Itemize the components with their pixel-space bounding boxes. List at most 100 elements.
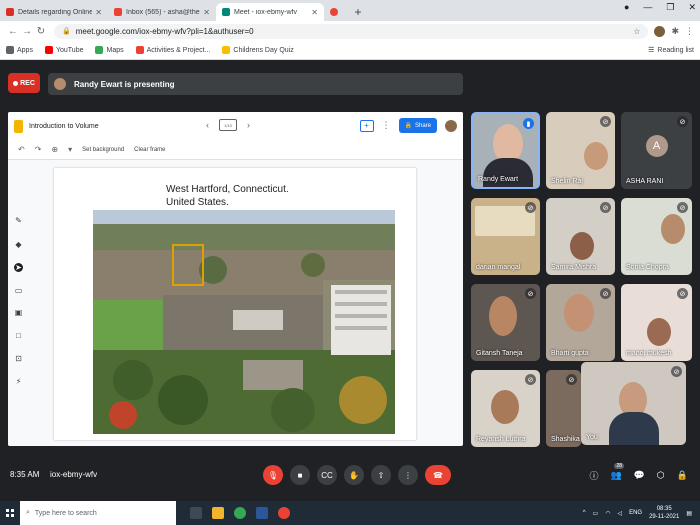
system-clock[interactable]: 08:35 29-11-2021 xyxy=(649,505,679,521)
chrome-icon[interactable] xyxy=(234,507,246,519)
participant-tile[interactable]: ▮ Randy Ewart xyxy=(471,112,540,189)
previous-slide-icon[interactable]: ‹ xyxy=(206,120,209,130)
restore-icon[interactable]: ❐ xyxy=(666,2,674,13)
new-tab-button[interactable]: + xyxy=(350,3,366,21)
participant-tile[interactable]: ⊘ darian mangal xyxy=(471,198,540,275)
participant-tile[interactable]: ⊘ Shashika xyxy=(546,370,581,447)
participant-tile[interactable]: A ⊘ ASHA RANI xyxy=(621,112,692,189)
participant-tile[interactable]: ⊘ manoj mukesh xyxy=(621,284,692,361)
bookmark-apps[interactable]: Apps xyxy=(6,46,33,54)
participant-tile[interactable]: ⊘ Sonia Chopra xyxy=(621,198,692,275)
extensions-icon[interactable]: ✱ xyxy=(671,26,679,37)
share-button[interactable]: 🔒 Share xyxy=(398,118,437,133)
laser-icon[interactable]: ⚡ xyxy=(14,377,23,386)
network-icon[interactable]: ◠ xyxy=(605,510,610,517)
browser-tab-inbox[interactable]: Inbox (565) - asha@theindiansch ✕ xyxy=(108,3,216,21)
forward-icon[interactable]: → xyxy=(20,26,34,37)
info-icon[interactable]: ⓘ xyxy=(589,469,598,482)
self-view-tile[interactable]: ⊘ You xyxy=(581,362,686,445)
participant-video xyxy=(584,142,608,170)
reload-icon[interactable]: ↻ xyxy=(34,26,48,37)
more-options-icon[interactable]: ⋮ xyxy=(382,120,391,131)
bookmark-label: Apps xyxy=(17,46,33,54)
tray-up-icon[interactable]: ^ xyxy=(583,510,586,516)
more-options-button[interactable]: ⋮ xyxy=(398,465,418,485)
profile-icon[interactable]: ● xyxy=(624,2,629,13)
extensions-area: ✱ ⋮ xyxy=(654,25,694,37)
aerial-town-photo xyxy=(93,210,395,434)
participant-tile[interactable]: ⊘ Shelin Raj xyxy=(546,112,615,189)
participant-tile[interactable]: ⊘ Samira Mishra xyxy=(546,198,615,275)
people-button[interactable]: 28 👥 xyxy=(610,463,625,481)
search-placeholder: Type here to search xyxy=(34,509,97,517)
slide-thumbnail-button[interactable]: 1/10 xyxy=(219,119,237,131)
mic-off-icon: ⊘ xyxy=(525,288,536,299)
minimize-icon[interactable]: — xyxy=(643,2,652,13)
browser-tab-recording[interactable] xyxy=(324,3,350,21)
word-icon[interactable] xyxy=(256,507,268,519)
set-background-button[interactable]: Set background xyxy=(82,147,124,153)
eraser-icon[interactable]: ◆ xyxy=(14,240,23,249)
captions-button[interactable]: CC xyxy=(317,465,337,485)
zoom-icon[interactable]: ⊕ xyxy=(51,145,58,154)
close-icon[interactable]: ✕ xyxy=(311,8,318,17)
user-avatar[interactable] xyxy=(445,119,457,132)
lock-icon: 🔒 xyxy=(62,28,71,35)
share-label: Share xyxy=(414,122,431,129)
file-explorer-icon[interactable] xyxy=(212,507,224,519)
browser-tab-meet[interactable]: Meet - iox-ebmy-wfv ✕ xyxy=(216,3,324,21)
select-pointer-icon[interactable]: ➤ xyxy=(14,263,23,272)
add-slide-icon[interactable]: + xyxy=(359,119,374,132)
language-indicator[interactable]: ENG xyxy=(629,510,642,516)
participant-name: darian mangal xyxy=(476,264,521,271)
task-view-icon[interactable] xyxy=(190,507,202,519)
side-panel-controls: ⓘ 28 👥 💬 ⬡ 🔒 xyxy=(589,463,688,482)
undo-icon[interactable]: ↶ xyxy=(18,145,25,154)
camera-toggle-button[interactable]: ■ xyxy=(290,465,310,485)
close-icon[interactable]: ✕ xyxy=(95,8,102,17)
bookmark-maps[interactable]: Maps xyxy=(95,46,124,54)
url-field[interactable]: 🔒 meet.google.com/iox-ebmy-wfv?pli=1&aut… xyxy=(54,23,649,39)
mic-toggle-button[interactable]: 🎙 xyxy=(263,465,283,485)
reading-list-button[interactable]: ☰ Reading list xyxy=(648,46,694,55)
frame-icon[interactable]: ⊡ xyxy=(14,354,23,363)
host-controls-icon[interactable]: 🔒 xyxy=(677,470,688,481)
bookmark-star-icon[interactable]: ☆ xyxy=(633,27,640,36)
windows-start-button[interactable] xyxy=(0,501,20,525)
profile-avatar[interactable] xyxy=(654,25,666,37)
present-button[interactable]: ⇧ xyxy=(371,465,391,485)
volume-icon[interactable]: ◁ xyxy=(617,510,622,517)
browser-tab-details[interactable]: Details regarding Online Sessio ✕ xyxy=(0,3,108,21)
aerial-photo-graphic xyxy=(93,210,395,434)
shape-icon[interactable]: □ xyxy=(14,331,23,340)
back-icon[interactable]: ← xyxy=(6,26,20,37)
raise-hand-button[interactable]: ✋ xyxy=(344,465,364,485)
participant-tile[interactable]: ⊘ Bharti gupta xyxy=(546,284,615,361)
image-icon[interactable]: ▣ xyxy=(14,308,23,317)
participant-tile[interactable]: ⊘ Reyansh Luthra xyxy=(471,370,540,447)
redo-icon[interactable]: ↷ xyxy=(35,145,42,154)
bookmark-youtube[interactable]: YouTube xyxy=(44,46,83,54)
clock-date: 29-11-2021 xyxy=(649,514,680,520)
chat-icon[interactable]: 💬 xyxy=(634,470,645,481)
participant-tile[interactable]: ⊘ Gitansh Taneja xyxy=(471,284,540,361)
chrome-active-icon[interactable] xyxy=(278,507,290,519)
lock-icon: 🔒 xyxy=(404,123,412,129)
bookmark-activities[interactable]: Activities & Project... xyxy=(135,46,210,54)
sticky-note-icon[interactable]: ▭ xyxy=(14,286,23,295)
pen-icon[interactable]: ✎ xyxy=(14,216,23,225)
apps-grid-icon xyxy=(6,46,14,54)
taskbar-search-box[interactable]: ⌕ Type here to search xyxy=(20,501,176,525)
menu-icon[interactable]: ⋮ xyxy=(685,26,694,37)
activities-icon[interactable]: ⬡ xyxy=(657,470,665,481)
close-window-icon[interactable]: ✕ xyxy=(688,2,696,13)
clear-frame-button[interactable]: Clear frame xyxy=(134,147,165,153)
close-icon[interactable]: ✕ xyxy=(203,8,210,17)
zoom-dropdown-icon[interactable]: ▾ xyxy=(68,145,72,154)
next-slide-icon[interactable]: › xyxy=(247,120,250,130)
notifications-icon[interactable]: ▤ xyxy=(686,510,692,517)
leave-call-button[interactable]: ☎ xyxy=(425,465,451,485)
bookmark-quiz[interactable]: Childrens Day Quiz xyxy=(222,46,294,54)
mic-off-icon: ⊘ xyxy=(677,116,688,127)
battery-icon[interactable]: ▭ xyxy=(593,510,599,517)
